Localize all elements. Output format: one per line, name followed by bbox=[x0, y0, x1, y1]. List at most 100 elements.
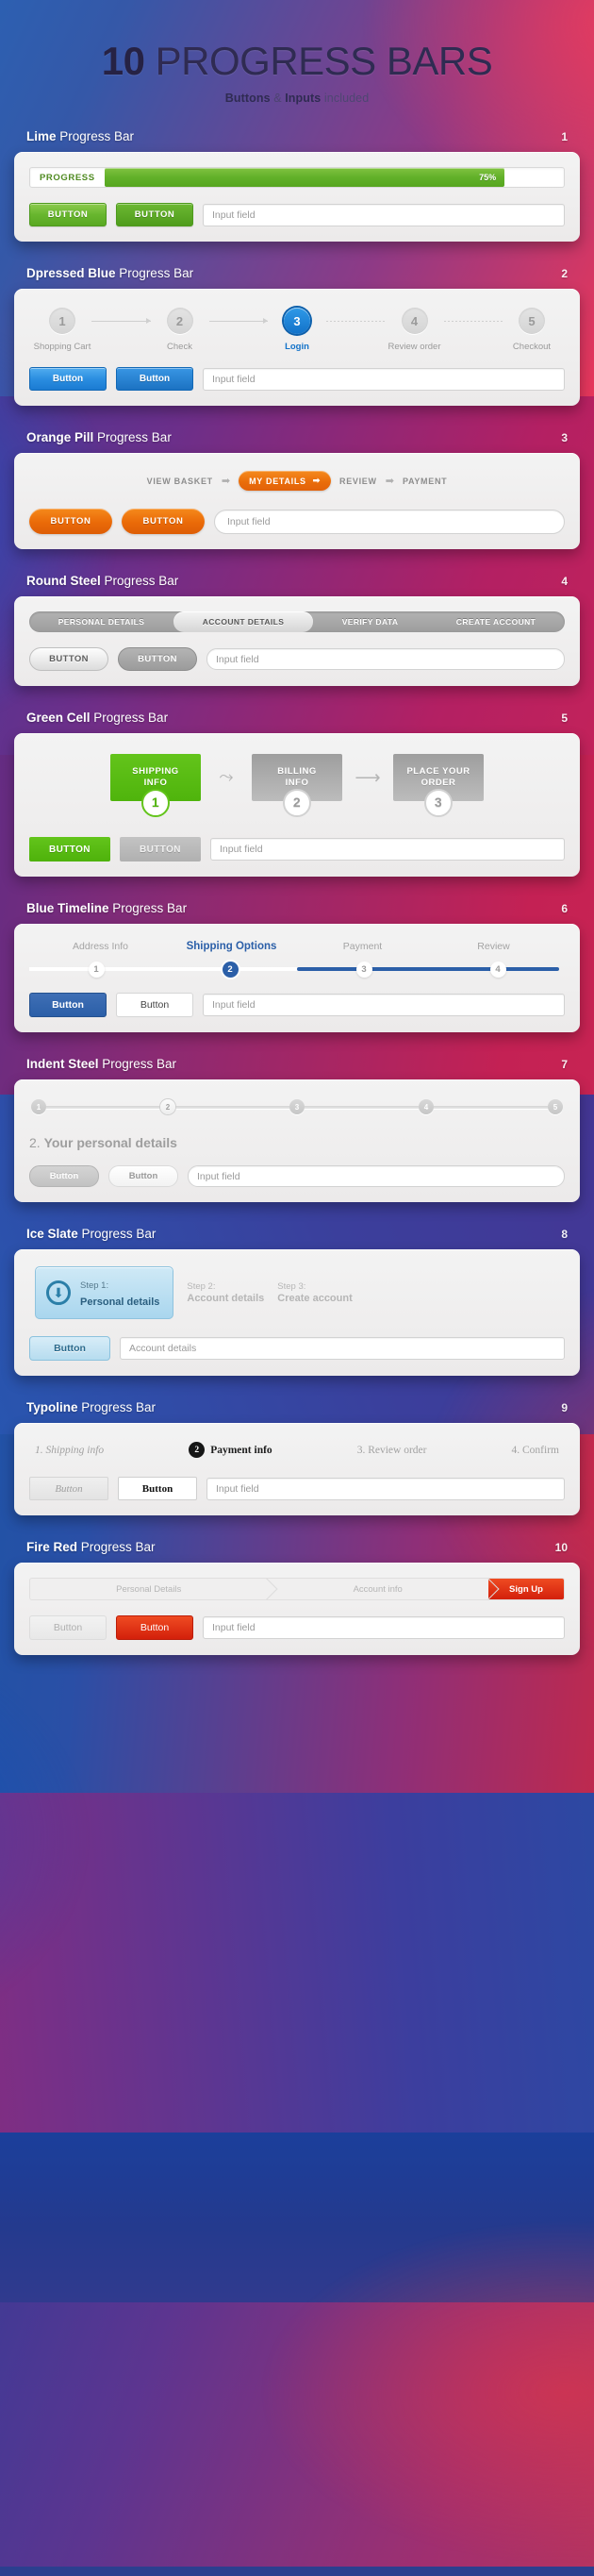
section-title-rest: Progress Bar bbox=[77, 1540, 156, 1554]
timeline-node[interactable]: 3 bbox=[355, 961, 372, 978]
round-steel-button-1[interactable]: BUTTON bbox=[29, 647, 108, 671]
step-label[interactable]: Review bbox=[428, 941, 559, 952]
section-number-blue-timeline: 6 bbox=[561, 902, 568, 915]
green-cell-button-2[interactable]: BUTTON bbox=[120, 837, 201, 861]
step-cell-badge: 1 bbox=[141, 789, 170, 817]
blue-timeline-input-field[interactable]: Input field bbox=[203, 994, 565, 1016]
blue-timeline-track[interactable]: 1 2 3 4 bbox=[29, 961, 565, 978]
step-cell-line2: INFO bbox=[143, 778, 168, 788]
section-number-typoline: 9 bbox=[561, 1401, 568, 1414]
step-cell[interactable]: PLACE YOUR ORDER 3 bbox=[393, 754, 484, 817]
fire-red-input-field[interactable]: Input field bbox=[203, 1616, 565, 1639]
step-item[interactable]: 1 Shopping Cart bbox=[33, 308, 91, 352]
blue-timeline-button-1[interactable]: Button bbox=[29, 993, 107, 1017]
step-number: 4. bbox=[511, 1444, 520, 1456]
section-title-rest: Progress Bar bbox=[108, 901, 188, 915]
arrow-right-icon: ➡ bbox=[312, 476, 321, 485]
green-cell-button-1[interactable]: BUTTON bbox=[29, 837, 110, 861]
step-item[interactable]: 4. Confirm bbox=[512, 1445, 559, 1456]
step-segment-active[interactable]: Sign Up bbox=[488, 1579, 564, 1599]
step-segment[interactable]: CREATE ACCOUNT bbox=[427, 611, 565, 632]
typoline-button-1[interactable]: Button bbox=[29, 1477, 108, 1500]
timeline-node[interactable]: 1 bbox=[88, 961, 105, 978]
step-connector-arrow-icon bbox=[208, 308, 268, 334]
step-item[interactable]: 2 Check bbox=[151, 308, 209, 352]
step-label: Review order bbox=[368, 1444, 427, 1456]
page-title: 10 PROGRESS BARS bbox=[0, 42, 594, 81]
step-segment[interactable]: VERIFY DATA bbox=[313, 611, 427, 632]
step-item[interactable]: 3. Review order bbox=[357, 1445, 427, 1456]
dpressed-blue-controls-row: Button Button Input field bbox=[29, 367, 565, 391]
ice-slate-input-field[interactable]: Account details bbox=[120, 1337, 565, 1360]
section-title-bold: Blue Timeline bbox=[26, 901, 109, 915]
section-number-orange-pill: 3 bbox=[561, 431, 568, 444]
fire-red-button-1[interactable]: Button bbox=[29, 1615, 107, 1640]
fire-red-button-2[interactable]: Button bbox=[116, 1615, 193, 1640]
round-steel-input-field[interactable]: Input field bbox=[206, 648, 565, 670]
step-segment[interactable]: Personal Details bbox=[30, 1579, 267, 1599]
lime-progress-track[interactable]: PROGRESS 75% bbox=[29, 167, 565, 188]
ice-slate-button-1[interactable]: Button bbox=[29, 1336, 110, 1361]
step-item[interactable]: 5 Checkout bbox=[503, 308, 561, 352]
step-card-text: Step 1: Personal details bbox=[80, 1276, 159, 1310]
step-cell-active[interactable]: SHIPPING INFO 1 bbox=[110, 754, 201, 817]
step-circle: 5 bbox=[519, 308, 545, 334]
step-segment[interactable]: Account info bbox=[267, 1579, 488, 1599]
round-steel-track: PERSONAL DETAILS ACCOUNT DETAILS VERIFY … bbox=[29, 611, 565, 632]
step-card[interactable]: Step 3: Create account bbox=[277, 1281, 352, 1304]
card-lime: PROGRESS 75% BUTTON BUTTON Input field bbox=[14, 152, 580, 242]
step-label-active[interactable]: MY DETAILS ➡ bbox=[239, 471, 331, 491]
step-card-active[interactable]: ⬇ Step 1: Personal details bbox=[35, 1266, 174, 1319]
step-card-bottom: Personal details bbox=[80, 1296, 160, 1308]
step-cell[interactable]: BILLING INFO 2 bbox=[252, 754, 342, 817]
blue-timeline-button-2[interactable]: Button bbox=[116, 993, 193, 1017]
indent-steel-heading: 2. Your personal details bbox=[29, 1135, 565, 1150]
step-label[interactable]: REVIEW bbox=[339, 477, 377, 486]
lime-button-2[interactable]: BUTTON bbox=[116, 203, 193, 226]
step-label[interactable]: PAYMENT bbox=[403, 477, 447, 486]
orange-pill-input-field[interactable]: Input field bbox=[214, 509, 565, 534]
step-item[interactable]: 4 Review order bbox=[386, 308, 444, 352]
section-header-round-steel: Round Steel Progress Bar 4 bbox=[14, 574, 580, 596]
typoline-button-2[interactable]: Button bbox=[118, 1477, 197, 1500]
arrow-right-icon: ➡ bbox=[385, 476, 394, 487]
card-fire-red: Personal Details Account info Sign Up Bu… bbox=[14, 1563, 580, 1655]
indent-steel-button-2[interactable]: Button bbox=[108, 1165, 178, 1187]
indent-steel-track[interactable]: 1 2 3 4 5 bbox=[31, 1097, 563, 1116]
timeline-node-wrap: 3 bbox=[297, 961, 431, 978]
timeline-node-active[interactable]: 2 bbox=[222, 961, 239, 978]
step-item[interactable]: 1. Shipping info bbox=[35, 1445, 104, 1456]
step-item-active[interactable]: 3 Login bbox=[268, 308, 326, 352]
lime-input-field[interactable]: Input field bbox=[203, 203, 565, 226]
step-cell-badge: 2 bbox=[283, 789, 311, 817]
step-segment[interactable]: PERSONAL DETAILS bbox=[29, 611, 173, 632]
step-node-active[interactable]: 2 bbox=[160, 1099, 175, 1114]
step-label-active[interactable]: Shipping Options bbox=[166, 941, 297, 952]
step-label[interactable]: Payment bbox=[297, 941, 428, 952]
section-title-bold: Ice Slate bbox=[26, 1227, 78, 1241]
step-node[interactable]: 4 bbox=[419, 1099, 434, 1114]
orange-pill-button-2[interactable]: BUTTON bbox=[122, 509, 205, 534]
step-node[interactable]: 3 bbox=[289, 1099, 305, 1114]
step-label[interactable]: Address Info bbox=[35, 941, 166, 952]
step-node[interactable]: 1 bbox=[31, 1099, 46, 1114]
dpressed-blue-input-field[interactable]: Input field bbox=[203, 367, 565, 391]
step-segment-active[interactable]: ACCOUNT DETAILS bbox=[173, 611, 314, 632]
lime-button-1[interactable]: BUTTON bbox=[29, 203, 107, 226]
orange-pill-button-1[interactable]: BUTTON bbox=[29, 509, 112, 534]
step-card-bottom: Create account bbox=[277, 1293, 353, 1304]
step-item-active[interactable]: 2 Payment info bbox=[189, 1442, 272, 1458]
indent-steel-button-1[interactable]: Button bbox=[29, 1165, 99, 1187]
indent-steel-input-field[interactable]: Input field bbox=[188, 1165, 565, 1187]
blue-timeline-controls-row: Button Button Input field bbox=[29, 993, 565, 1017]
dpressed-blue-button-2[interactable]: Button bbox=[116, 367, 193, 391]
step-label[interactable]: VIEW BASKET bbox=[147, 477, 213, 486]
typoline-input-field[interactable]: Input field bbox=[206, 1477, 565, 1500]
step-card[interactable]: Step 2: Account details bbox=[187, 1281, 264, 1304]
step-node[interactable]: 5 bbox=[548, 1099, 563, 1114]
step-cell-line1: PLACE YOUR bbox=[406, 766, 470, 778]
round-steel-button-2[interactable]: BUTTON bbox=[118, 647, 197, 671]
timeline-node[interactable]: 4 bbox=[489, 961, 506, 978]
green-cell-input-field[interactable]: Input field bbox=[210, 838, 565, 861]
dpressed-blue-button-1[interactable]: Button bbox=[29, 367, 107, 391]
